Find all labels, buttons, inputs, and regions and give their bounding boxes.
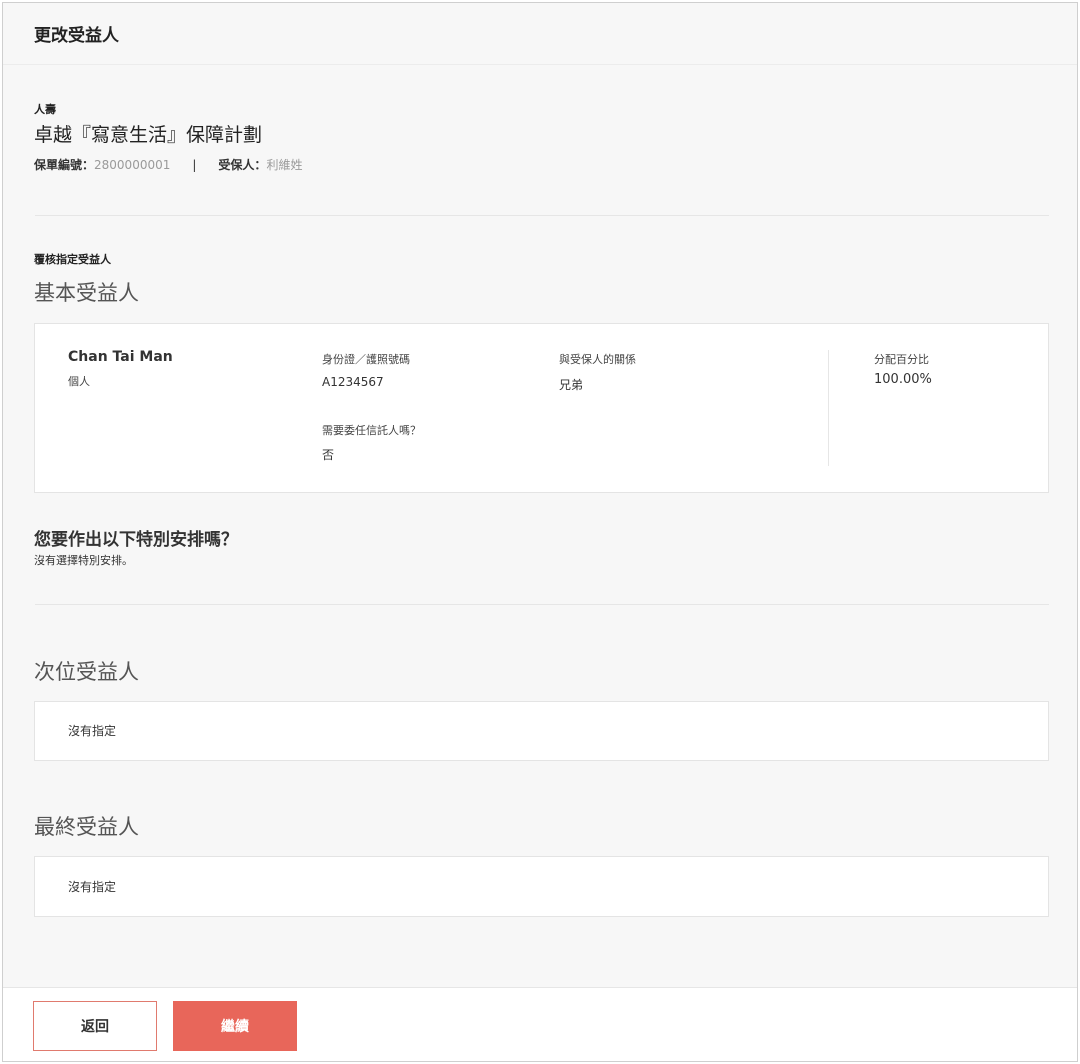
- trustee-label: 需要委任信託人嗎？: [322, 424, 421, 437]
- app-frame: 更改受益人 人壽 卓越『寫意生活』保障計劃 保單編號：2800000001 | 受保…: [2, 2, 1078, 1062]
- insured-label: 受保人：: [218, 158, 267, 172]
- final-beneficiary-title: 最終受益人: [34, 815, 139, 839]
- secondary-empty-text: 沒有指定: [68, 724, 117, 738]
- secondary-beneficiary-card: 沒有指定: [34, 701, 1049, 761]
- insured-value: 利維姓: [266, 158, 303, 172]
- final-beneficiary-card: 沒有指定: [34, 856, 1049, 917]
- policy-number-label: 保單編號：: [34, 158, 95, 172]
- top-bar: 更改受益人: [3, 3, 1077, 65]
- final-empty-text: 沒有指定: [68, 880, 117, 894]
- divider: [35, 215, 1049, 216]
- page-title: 更改受益人: [34, 26, 119, 46]
- divider: [35, 604, 1049, 605]
- beneficiary-name: Chan Tai Man: [68, 349, 173, 365]
- trustee-value: 否: [322, 448, 335, 462]
- policy-category: 人壽: [34, 103, 56, 116]
- policy-meta: 保單編號：2800000001 | 受保人：利維姓: [34, 156, 302, 173]
- footer-bar: 返回 繼續: [3, 987, 1077, 1061]
- back-button[interactable]: 返回: [33, 1001, 157, 1051]
- primary-beneficiary-title: 基本受益人: [34, 281, 139, 305]
- review-heading: 覆核指定受益人: [34, 253, 111, 266]
- plan-name: 卓越『寫意生活』保障計劃: [34, 124, 263, 146]
- beneficiary-type: 個人: [68, 375, 90, 388]
- secondary-beneficiary-title: 次位受益人: [34, 660, 139, 684]
- share-label: 分配百分比: [874, 353, 929, 366]
- relation-label: 與受保人的關係: [559, 353, 636, 366]
- special-arrangement-question: 您要作出以下特別安排嗎？: [34, 530, 238, 550]
- card-divider: [828, 350, 829, 466]
- meta-separator: |: [192, 158, 197, 172]
- relation-value: 兄弟: [559, 378, 584, 392]
- id-label: 身份證／護照號碼: [322, 353, 410, 366]
- policy-number-value: 2800000001: [94, 158, 171, 172]
- special-arrangement-answer: 沒有選擇特別安排。: [34, 554, 133, 567]
- continue-button[interactable]: 繼續: [173, 1001, 297, 1051]
- primary-beneficiary-card: Chan Tai Man 個人 身份證／護照號碼 A1234567 需要委任信託…: [34, 323, 1049, 493]
- id-value: A1234567: [322, 375, 384, 389]
- share-value: 100.00%: [874, 372, 932, 387]
